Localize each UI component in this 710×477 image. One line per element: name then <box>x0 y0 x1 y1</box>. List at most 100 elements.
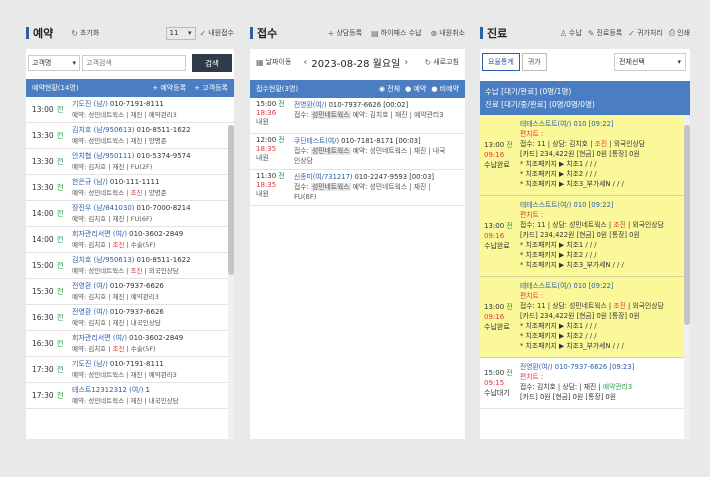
list-item[interactable]: 13:00 전 기도진 (남/) 010-7191-8111 예약: 성민네트윅스 | … <box>26 97 234 123</box>
customer-name[interactable]: 기도진 (남/) <box>72 360 108 368</box>
select-all-dropdown[interactable]: 전체선택 ▾ <box>614 53 686 71</box>
tab-rate-stats[interactable]: 요율통계 <box>482 53 520 71</box>
scrollbar[interactable] <box>228 125 234 439</box>
memo-label: 편치트 : <box>520 211 544 219</box>
search-input[interactable] <box>82 55 186 71</box>
reservation-line2: 예약: 김치호 | 조진 | 수술(5F) <box>72 240 156 249</box>
treatment-card[interactable]: 13:00 전 09:16 수납완료 테테스스트트(여/) 010 [09:22] 편치트… <box>480 196 690 277</box>
list-item[interactable]: 13:30 전 안치협 (남/950111) 010-5374-9574 예약: 김치호… <box>26 149 234 175</box>
treatment-record: 접수: 11 | 상담: 성민네트웍스 | 조진 | 외국인상담 <box>520 221 664 229</box>
prev-date-button[interactable]: ‹ <box>303 57 307 68</box>
reset-button[interactable]: ↻ 초기화 <box>71 28 99 38</box>
search-type-select[interactable]: 고객명 ▾ <box>28 55 80 71</box>
payment-status: 수납대기 <box>484 389 510 397</box>
scrollbar[interactable] <box>684 115 690 439</box>
home-process-button[interactable]: ✓ 귀가처리 <box>628 28 662 38</box>
list-item[interactable]: 16:30 전 회자관리서면 (여/) 010-3602-2849 예약: 김치호 | … <box>26 331 234 357</box>
hipass-payment-button[interactable]: ▤ 하이패스 수납 <box>371 28 421 38</box>
customer-name[interactable]: 김치호 (남/950613) <box>72 256 135 264</box>
visit-cancel-button[interactable]: ⊗ 내원취소 <box>431 28 465 38</box>
time-cell: 16:30 전 <box>26 305 72 330</box>
customer-phone: 010-2247-9593 [00:03] <box>354 173 435 181</box>
customer-name[interactable]: 쿠딘테스트(여/) <box>294 137 339 145</box>
reservation-time: 16:30 <box>32 339 54 348</box>
customer-name[interactable]: 회자관리서면 (여/) <box>72 334 127 342</box>
arrival-time: 09:16 <box>484 151 505 159</box>
reservation-info: 기도진 (남/) 010-7191-8111 예약: 성민네트윅스 | 재진 | 예… <box>72 97 234 122</box>
reservation-staff: 예약: 성민네트윅스 <box>72 266 125 275</box>
payment-button[interactable]: ♙ 수납 <box>560 28 582 38</box>
list-item[interactable]: 16:30 전 전영환 (여/) 010-7937-6626 예약: 김치호 | 재진 … <box>26 305 234 331</box>
customer-name[interactable]: 전영환 (여/) <box>72 308 108 316</box>
list-item[interactable]: 17:30 전 기도진 (남/) 010-7191-8111 예약: 성민네트윅스 | … <box>26 357 234 383</box>
reservation-time: 17:30 <box>32 365 54 374</box>
list-item[interactable]: 15:00 전 김치호 (남/950613) 010-8511-1622 예약: 성민네… <box>26 253 234 279</box>
add-customer-button[interactable]: + 고객등록 <box>194 83 228 93</box>
reservation-info: 김치호 (남/950613) 010-8511-1622 예약: 성민네트윅스 | … <box>72 123 234 148</box>
customer-name[interactable]: 테테스스트트(여/) 010 [09:22] <box>520 281 690 291</box>
date-move-button[interactable]: ▦ 날짜이동 <box>256 57 291 67</box>
customer-name[interactable]: 장진우 (남/841030) <box>72 204 135 212</box>
list-item[interactable]: 11:30 전 18:35 내원 신종미(여/731217) 010-2247-9593 … <box>250 170 465 206</box>
visit-type: 재진 <box>130 110 143 119</box>
filter-reserved-radio[interactable]: ● 예약 <box>405 84 426 94</box>
time-cell: 11:30 전 18:35 내원 <box>250 170 294 205</box>
list-item[interactable]: 13:30 전 한은규 (남/) 010-111-1111 예약: 성민네트윅스 | 조… <box>26 175 234 201</box>
list-item[interactable]: 13:30 전 김치호 (남/950613) 010-8511-1622 예약: 성민네… <box>26 123 234 149</box>
time-cell: 14:00 전 <box>26 201 72 226</box>
customer-name[interactable]: 김치호 (남/950613) <box>72 126 135 134</box>
list-item[interactable]: 14:00 전 장진우 (남/841030) 010-7000-8214 예약: 김치호… <box>26 201 234 227</box>
customer-name[interactable]: 테테스스트트(여/) 010 [09:22] <box>520 119 690 129</box>
status-badge: 전 <box>278 172 285 180</box>
customer-name[interactable]: 안치협 (남/950111) <box>72 152 135 160</box>
customer-name[interactable]: 전영환(여/) <box>294 101 327 109</box>
customer-name[interactable]: 전영환(여/) 010-7937-6626 [09:23] <box>520 362 690 372</box>
current-date: 2023-08-28 월요일 <box>311 58 401 70</box>
reservation-staff: 예약: 김치호 <box>72 344 107 353</box>
treatment-card[interactable]: 13:00 전 09:16 수납완료 테테스스트트(여/) 010 [09:22] 편치트… <box>480 115 690 196</box>
print-button[interactable]: ⎙ 인쇄 <box>669 28 690 38</box>
customer-name[interactable]: 신종미(여/731217) <box>294 173 353 181</box>
consult-register-button[interactable]: + 상담등록 <box>328 28 362 38</box>
reservation-list-title: 예약현황(14명) <box>32 84 79 92</box>
refresh-button[interactable]: ↻ 새로고침 <box>425 57 459 67</box>
customer-name[interactable]: 기도진 (남/) <box>72 100 108 108</box>
customer-phone: 010-8511-1622 <box>136 125 191 134</box>
customer-name[interactable]: 테테스스트트(여/) 010 [09:22] <box>520 200 690 210</box>
reception-info: 전영환(여/) 010-7937-6626 [00:02] 접수: 성민네트웍스 예… <box>294 98 465 133</box>
visit-type: 조진 <box>112 344 125 353</box>
treatment-list: 13:00 전 09:16 수납완료 테테스스트트(여/) 010 [09:22] 편치트… <box>480 115 690 409</box>
treatment-card[interactable]: 15:00 전 09:15 수납대기 전영환(여/) 010-7937-6626 [09… <box>480 358 690 409</box>
payment-detail: [카드] 0원 [현금] 0원 [통장] 0원 <box>520 393 616 401</box>
search-button[interactable]: 검색 <box>192 54 232 72</box>
customer-name[interactable]: 한은규 (남/) <box>72 178 108 186</box>
list-item[interactable]: 17:30 전 테스트12312312 (여/) 1 예약: 성민네트윅스 | 재진 |… <box>26 383 234 409</box>
customer-name[interactable]: 전영환 (여/) <box>72 282 108 290</box>
next-date-button[interactable]: › <box>404 57 408 68</box>
refresh-icon: ↻ <box>424 57 432 67</box>
tab-return-home[interactable]: 귀가 <box>521 53 547 71</box>
reservation-time: 13:30 <box>32 131 54 140</box>
count-select[interactable]: 11 ▾ <box>165 26 196 40</box>
list-item[interactable]: 12:00 전 18:35 내원 쿠딘테스트(여/) 010-7181-8171 [00:… <box>250 134 465 170</box>
list-item[interactable]: 14:00 전 회자관리서면 (여/) 010-3602-2849 예약: 김치호 | … <box>26 227 234 253</box>
treatment-record: 접수: 김치호 | 상담: | 재진 | 예약관리3 <box>520 382 690 392</box>
customer-name[interactable]: 테스트12312312 (여/) <box>72 386 143 394</box>
treatment-item: * 치조패키지 ▶ 치조2 / / / <box>520 170 597 178</box>
add-reservation-button[interactable]: + 예약등록 <box>152 83 186 93</box>
filter-nonreserved-radio[interactable]: ● 비예약 <box>431 84 459 94</box>
time-cell: 13:30 전 <box>26 123 72 148</box>
reservation-category: 내국인상담 <box>130 318 161 327</box>
list-item[interactable]: 15:30 전 전영환 (여/) 010-7937-6626 예약: 김치호 | 재진 … <box>26 279 234 305</box>
my-reception-button[interactable]: ✓ 내원접수 <box>200 28 234 38</box>
treatment-card[interactable]: 13:00 전 09:16 수납완료 테테스스트트(여/) 010 [09:22] 편치트… <box>480 277 690 358</box>
reservation-line1: 전영환 (여/) 010-7937-6626 <box>72 307 234 318</box>
status-badge: 전 <box>56 313 64 322</box>
payment-status: 수납완료 <box>484 323 510 331</box>
list-item[interactable]: 15:00 전 18:36 내원 전영환(여/) 010-7937-6626 [00:02… <box>250 98 465 134</box>
filter-all-radio[interactable]: ◉ 전체 <box>379 84 400 94</box>
treatment-register-button[interactable]: ✎ 진료등록 <box>588 28 622 38</box>
reservation-line2: 예약: 성민네트윅스 | 조진 | 외국인상담 <box>72 266 179 275</box>
customer-name[interactable]: 회자관리서면 (여/) <box>72 230 127 238</box>
payment-icon: ♙ <box>559 28 567 38</box>
